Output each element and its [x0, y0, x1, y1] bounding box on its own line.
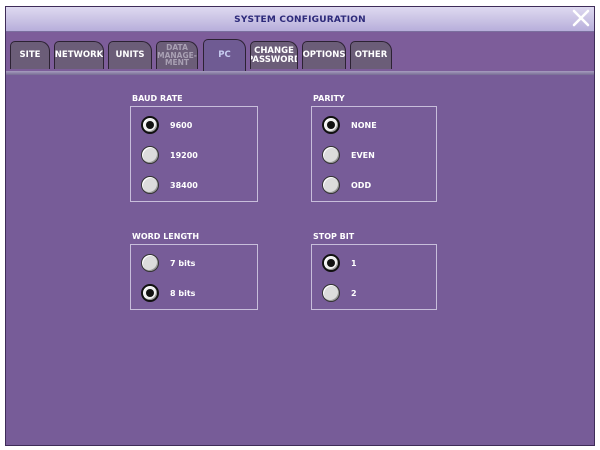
- stop-bit-option-1[interactable]: 1: [322, 253, 417, 273]
- word-length-box: 7 bits 8 bits: [130, 244, 258, 310]
- baud-rate-option-38400[interactable]: 38400: [141, 175, 236, 195]
- baud-rate-box: 9600 19200 38400: [130, 106, 258, 202]
- parity-label: PARITY: [313, 94, 345, 103]
- tab-units[interactable]: UNITS: [108, 41, 152, 69]
- word-length-option-8-bits[interactable]: 8 bits: [141, 283, 236, 303]
- radio-unselected-icon[interactable]: [141, 146, 159, 164]
- baud-rate-option-label: 19200: [170, 150, 198, 160]
- title-bar: SYSTEM CONFIGURATION: [6, 7, 594, 32]
- word-length-label: WORD LENGTH: [132, 232, 200, 241]
- radio-unselected-icon[interactable]: [141, 254, 159, 272]
- pc-settings-panel: BAUD RATE 9600 19200 38400 PARITY NONE E…: [6, 75, 594, 445]
- tab-pc[interactable]: PC: [203, 39, 246, 71]
- tab-other[interactable]: OTHER: [350, 41, 392, 69]
- radio-dot: [327, 259, 335, 267]
- tab-data-management[interactable]: DATA MANAGE- MENT: [156, 41, 198, 69]
- stop-bit-box: 1 2: [311, 244, 437, 310]
- parity-option-odd[interactable]: ODD: [322, 175, 417, 195]
- radio-unselected-icon[interactable]: [322, 176, 340, 194]
- parity-box: NONE EVEN ODD: [311, 106, 437, 202]
- word-length-option-label: 7 bits: [170, 258, 196, 268]
- parity-option-label: NONE: [351, 120, 377, 130]
- stop-bit-group: STOP BIT 1 2: [311, 232, 437, 322]
- stop-bit-label: STOP BIT: [313, 232, 355, 241]
- tab-options[interactable]: OPTIONS: [302, 41, 346, 69]
- radio-selected-icon[interactable]: [322, 254, 340, 272]
- tab-site[interactable]: SITE: [10, 41, 50, 69]
- baud-rate-option-label: 9600: [170, 120, 193, 130]
- radio-dot: [146, 289, 154, 297]
- parity-option-label: EVEN: [351, 150, 375, 160]
- close-button[interactable]: [570, 7, 592, 29]
- system-configuration-window: SYSTEM CONFIGURATION SITE NETWORK UNITS …: [5, 6, 595, 446]
- close-icon: [572, 9, 590, 27]
- tab-change-password[interactable]: CHANGE PASSWORD: [250, 41, 298, 69]
- baud-rate-label: BAUD RATE: [132, 94, 183, 103]
- radio-dot: [146, 121, 154, 129]
- baud-rate-option-9600[interactable]: 9600: [141, 115, 236, 135]
- radio-selected-icon[interactable]: [141, 284, 159, 302]
- parity-option-label: ODD: [351, 180, 372, 190]
- stop-bit-option-label: 1: [351, 258, 357, 268]
- radio-unselected-icon[interactable]: [322, 146, 340, 164]
- parity-option-none[interactable]: NONE: [322, 115, 417, 135]
- baud-rate-option-19200[interactable]: 19200: [141, 145, 236, 165]
- baud-rate-group: BAUD RATE 9600 19200 38400: [130, 94, 258, 214]
- parity-group: PARITY NONE EVEN ODD: [311, 94, 437, 214]
- stop-bit-option-2[interactable]: 2: [322, 283, 417, 303]
- stop-bit-option-label: 2: [351, 288, 357, 298]
- parity-option-even[interactable]: EVEN: [322, 145, 417, 165]
- tab-network[interactable]: NETWORK: [54, 41, 104, 69]
- tab-strip: SITE NETWORK UNITS DATA MANAGE- MENT PC …: [6, 32, 594, 74]
- radio-unselected-icon[interactable]: [322, 284, 340, 302]
- baud-rate-option-label: 38400: [170, 180, 198, 190]
- radio-selected-icon[interactable]: [141, 116, 159, 134]
- radio-unselected-icon[interactable]: [141, 176, 159, 194]
- window-title: SYSTEM CONFIGURATION: [234, 15, 366, 25]
- radio-dot: [327, 121, 335, 129]
- radio-selected-icon[interactable]: [322, 116, 340, 134]
- word-length-option-7-bits[interactable]: 7 bits: [141, 253, 236, 273]
- word-length-option-label: 8 bits: [170, 288, 196, 298]
- word-length-group: WORD LENGTH 7 bits 8 bits: [130, 232, 258, 322]
